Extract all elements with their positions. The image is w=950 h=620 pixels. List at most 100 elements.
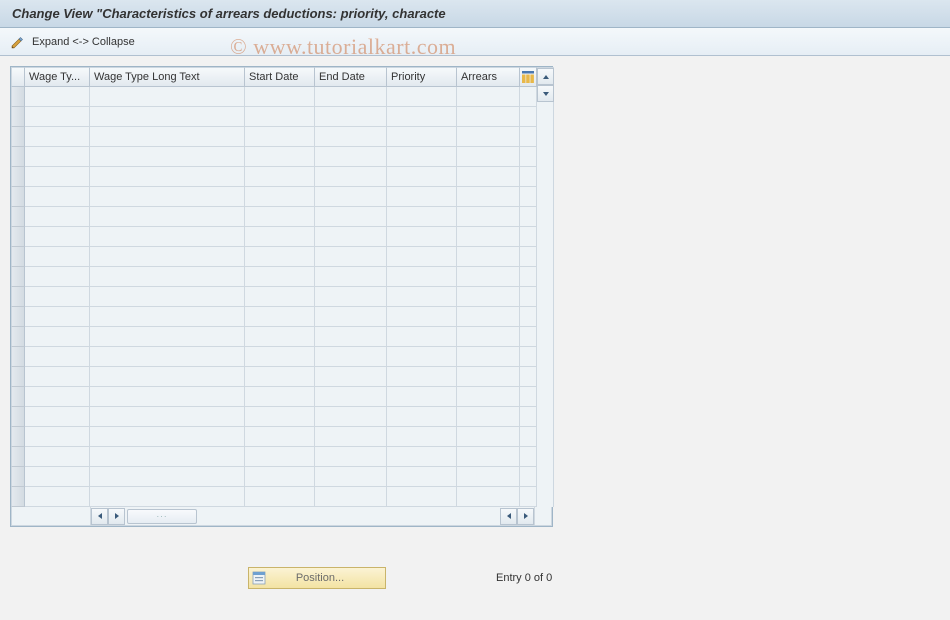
- table-row[interactable]: [11, 187, 537, 207]
- row-selector[interactable]: [11, 187, 25, 207]
- cell-end-date[interactable]: [315, 427, 387, 447]
- cell-priority[interactable]: [387, 167, 457, 187]
- cell-end-date[interactable]: [315, 127, 387, 147]
- cell-wage-type[interactable]: [25, 387, 90, 407]
- table-row[interactable]: [11, 247, 537, 267]
- cell-priority[interactable]: [387, 87, 457, 107]
- cell-arrears[interactable]: [457, 447, 520, 467]
- cell-start-date[interactable]: [245, 367, 315, 387]
- cell-start-date[interactable]: [245, 87, 315, 107]
- cell-arrears[interactable]: [457, 307, 520, 327]
- column-header-start-date[interactable]: Start Date: [245, 67, 315, 87]
- row-selector[interactable]: [11, 407, 25, 427]
- column-header-end-date[interactable]: End Date: [315, 67, 387, 87]
- cell-wage-type[interactable]: [25, 347, 90, 367]
- cell-arrears[interactable]: [457, 487, 520, 507]
- cell-arrears[interactable]: [457, 207, 520, 227]
- row-selector[interactable]: [11, 87, 25, 107]
- cell-priority[interactable]: [387, 327, 457, 347]
- cell-wage-type-long-text[interactable]: [90, 447, 245, 467]
- cell-wage-type[interactable]: [25, 447, 90, 467]
- cell-wage-type-long-text[interactable]: [90, 227, 245, 247]
- cell-wage-type[interactable]: [25, 327, 90, 347]
- cell-start-date[interactable]: [245, 347, 315, 367]
- cell-wage-type[interactable]: [25, 427, 90, 447]
- cell-arrears[interactable]: [457, 127, 520, 147]
- cell-end-date[interactable]: [315, 287, 387, 307]
- cell-start-date[interactable]: [245, 327, 315, 347]
- cell-end-date[interactable]: [315, 267, 387, 287]
- cell-arrears[interactable]: [457, 367, 520, 387]
- cell-wage-type-long-text[interactable]: [90, 287, 245, 307]
- scroll-up-button[interactable]: [537, 68, 554, 85]
- cell-end-date[interactable]: [315, 327, 387, 347]
- cell-start-date[interactable]: [245, 167, 315, 187]
- cell-start-date[interactable]: [245, 487, 315, 507]
- cell-priority[interactable]: [387, 187, 457, 207]
- cell-wage-type-long-text[interactable]: [90, 327, 245, 347]
- table-row[interactable]: [11, 227, 537, 247]
- row-selector[interactable]: [11, 447, 25, 467]
- cell-start-date[interactable]: [245, 467, 315, 487]
- cell-wage-type-long-text[interactable]: [90, 87, 245, 107]
- cell-priority[interactable]: [387, 107, 457, 127]
- cell-priority[interactable]: [387, 307, 457, 327]
- cell-arrears[interactable]: [457, 227, 520, 247]
- cell-priority[interactable]: [387, 487, 457, 507]
- row-selector[interactable]: [11, 147, 25, 167]
- vertical-scrollbar[interactable]: [537, 67, 554, 507]
- cell-start-date[interactable]: [245, 207, 315, 227]
- cell-wage-type[interactable]: [25, 207, 90, 227]
- cell-start-date[interactable]: [245, 107, 315, 127]
- cell-end-date[interactable]: [315, 487, 387, 507]
- cell-wage-type[interactable]: [25, 107, 90, 127]
- cell-end-date[interactable]: [315, 207, 387, 227]
- row-selector[interactable]: [11, 167, 25, 187]
- cell-end-date[interactable]: [315, 187, 387, 207]
- cell-wage-type[interactable]: [25, 367, 90, 387]
- cell-arrears[interactable]: [457, 387, 520, 407]
- table-settings-button[interactable]: [520, 67, 537, 87]
- row-selector[interactable]: [11, 307, 25, 327]
- cell-wage-type-long-text[interactable]: [90, 487, 245, 507]
- cell-start-date[interactable]: [245, 227, 315, 247]
- cell-end-date[interactable]: [315, 307, 387, 327]
- cell-wage-type-long-text[interactable]: [90, 147, 245, 167]
- cell-wage-type[interactable]: [25, 227, 90, 247]
- table-row[interactable]: [11, 107, 537, 127]
- cell-wage-type[interactable]: [25, 167, 90, 187]
- row-selector-header[interactable]: [11, 67, 25, 87]
- table-row[interactable]: [11, 427, 537, 447]
- table-row[interactable]: [11, 467, 537, 487]
- cell-end-date[interactable]: [315, 367, 387, 387]
- cell-end-date[interactable]: [315, 107, 387, 127]
- cell-priority[interactable]: [387, 207, 457, 227]
- cell-start-date[interactable]: [245, 187, 315, 207]
- cell-priority[interactable]: [387, 267, 457, 287]
- cell-priority[interactable]: [387, 247, 457, 267]
- cell-priority[interactable]: [387, 347, 457, 367]
- cell-end-date[interactable]: [315, 147, 387, 167]
- table-row[interactable]: [11, 147, 537, 167]
- cell-wage-type-long-text[interactable]: [90, 427, 245, 447]
- table-row[interactable]: [11, 167, 537, 187]
- cell-arrears[interactable]: [457, 287, 520, 307]
- table-row[interactable]: [11, 487, 537, 507]
- pencil-icon[interactable]: [10, 34, 26, 50]
- row-selector[interactable]: [11, 247, 25, 267]
- cell-end-date[interactable]: [315, 407, 387, 427]
- row-selector[interactable]: [11, 427, 25, 447]
- cell-end-date[interactable]: [315, 447, 387, 467]
- table-row[interactable]: [11, 327, 537, 347]
- cell-wage-type-long-text[interactable]: [90, 347, 245, 367]
- hscroll-thumb[interactable]: ···: [127, 509, 197, 524]
- cell-arrears[interactable]: [457, 107, 520, 127]
- table-row[interactable]: [11, 347, 537, 367]
- cell-wage-type[interactable]: [25, 267, 90, 287]
- cell-wage-type-long-text[interactable]: [90, 127, 245, 147]
- cell-priority[interactable]: [387, 447, 457, 467]
- cell-start-date[interactable]: [245, 387, 315, 407]
- table-row[interactable]: [11, 267, 537, 287]
- cell-wage-type[interactable]: [25, 467, 90, 487]
- scroll-down-button[interactable]: [537, 85, 554, 102]
